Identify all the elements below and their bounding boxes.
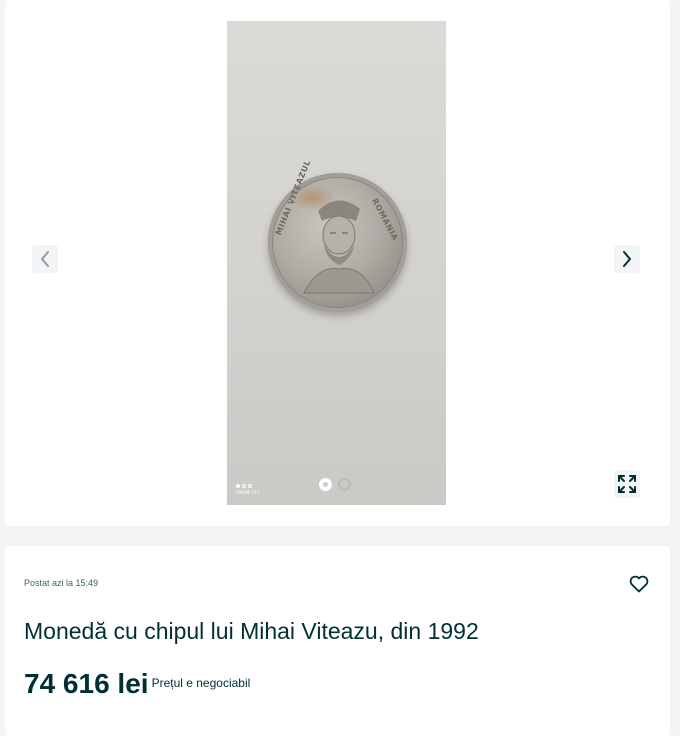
heart-outline-icon: [629, 575, 649, 593]
previous-image-button[interactable]: [32, 245, 58, 273]
chevron-left-icon: [41, 251, 49, 267]
watermark-text: XIAOMI 11T: [236, 490, 260, 495]
next-image-button[interactable]: [614, 245, 640, 273]
listing-photo[interactable]: MIHAI VITEAZUL ROMANIA XIAOMI 11T: [227, 21, 446, 505]
image-gallery: MIHAI VITEAZUL ROMANIA XIAOMI 11T: [5, 0, 670, 526]
price-negotiable-label: Prețul e negociabil: [151, 676, 251, 690]
camera-watermark: XIAOMI 11T: [236, 484, 259, 495]
gallery-pagination: [319, 478, 351, 491]
favorite-button[interactable]: [628, 573, 650, 595]
pagination-dot-1[interactable]: [319, 478, 332, 491]
listing-details: Postat azi la 15:49 Monedă cu chipul lui…: [5, 546, 670, 736]
fullscreen-button[interactable]: [614, 470, 640, 498]
watermark-dots: [236, 484, 259, 488]
listing-title: Monedă cu chipul lui Mihai Viteazu, din …: [24, 618, 479, 644]
posted-date: Postat azi la 15:49: [24, 578, 99, 588]
listing-price: 74 616 lei: [24, 668, 149, 699]
pagination-dot-2[interactable]: [338, 478, 351, 491]
coin-image: MIHAI VITEAZUL ROMANIA: [268, 159, 407, 312]
price-row: 74 616 lei Prețul e negociabil: [24, 668, 250, 700]
fullscreen-expand-icon: [618, 475, 636, 493]
chevron-right-icon: [623, 251, 631, 267]
